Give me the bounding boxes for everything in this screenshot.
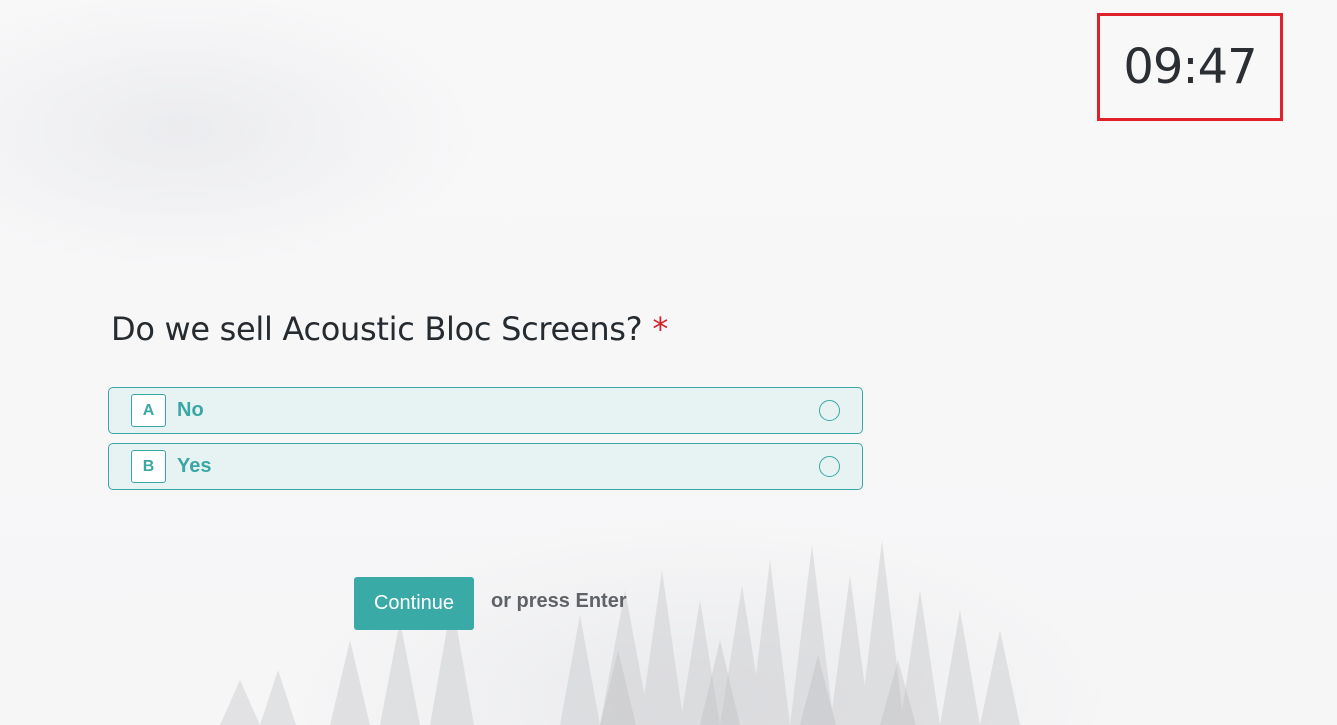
radio-icon[interactable] xyxy=(819,456,840,477)
option-key-b: B xyxy=(131,450,166,483)
answer-options: A No B Yes xyxy=(108,387,863,499)
countdown-timer: 09:47 xyxy=(1097,13,1283,121)
option-label-yes: Yes xyxy=(177,455,212,477)
press-enter-hint: or press Enter xyxy=(491,590,627,612)
radio-icon[interactable] xyxy=(819,400,840,421)
option-label-no: No xyxy=(177,399,204,421)
option-yes[interactable]: B Yes xyxy=(108,443,863,490)
question-title: Do we sell Acoustic Bloc Screens? * xyxy=(111,310,668,348)
option-no[interactable]: A No xyxy=(108,387,863,434)
continue-button[interactable]: Continue xyxy=(354,577,474,630)
required-asterisk: * xyxy=(652,310,669,348)
option-key-a: A xyxy=(131,394,166,427)
question-text: Do we sell Acoustic Bloc Screens? xyxy=(111,310,643,348)
